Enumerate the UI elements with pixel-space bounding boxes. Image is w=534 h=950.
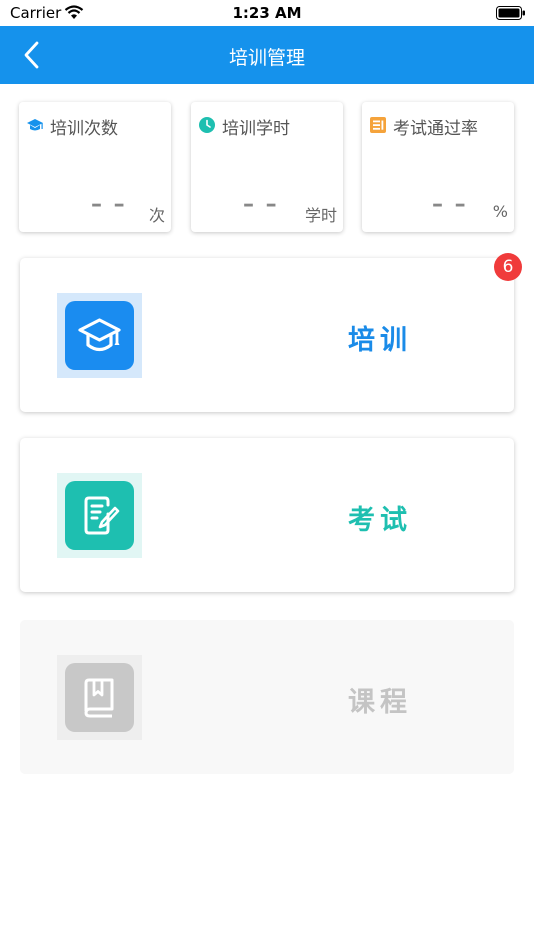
stat-unit-training-hours: 学时 xyxy=(304,206,337,225)
stat-value-pass-rate: – – xyxy=(432,192,468,217)
edit-document-icon xyxy=(84,496,120,535)
stat-value-training-hours: – – xyxy=(243,192,279,217)
status-bar: Carrier 1:23 AM xyxy=(0,0,534,26)
exam-label: 考试 xyxy=(348,505,412,536)
status-time: 1:23 AM xyxy=(232,4,302,22)
nav-bar: 培训管理 xyxy=(0,26,534,84)
graduation-cap-icon xyxy=(27,119,43,131)
stat-card-training-count: 培训次数 – – 次 xyxy=(19,102,171,232)
training-label: 培训 xyxy=(348,325,412,356)
notification-badge: 6 xyxy=(494,253,522,281)
training-icon-tile xyxy=(65,301,134,370)
stat-unit-pass-rate: % xyxy=(492,202,508,221)
stat-label-training-hours: 培训学时 xyxy=(222,119,290,139)
book-icon xyxy=(84,678,114,718)
page-title: 培训管理 xyxy=(228,47,305,69)
battery-icon xyxy=(496,6,525,20)
course-icon-frame xyxy=(57,655,142,740)
clock-icon xyxy=(199,117,215,133)
training-card[interactable]: 培训 xyxy=(20,258,514,412)
exam-icon-tile xyxy=(65,481,134,550)
stat-unit-training-count: 次 xyxy=(148,206,165,225)
stat-card-pass-rate: 考试通过率 – – % xyxy=(362,102,514,232)
graduation-cap-icon xyxy=(78,318,121,352)
course-icon-tile xyxy=(65,663,134,732)
training-icon-frame xyxy=(57,293,142,378)
exam-list-icon xyxy=(370,117,386,133)
stat-label-pass-rate: 考试通过率 xyxy=(393,119,478,139)
stat-card-training-hours: 培训学时 – – 学时 xyxy=(191,102,343,232)
exam-card[interactable]: 考试 xyxy=(20,438,514,592)
exam-icon-frame xyxy=(57,473,142,558)
stat-value-training-count: – – xyxy=(91,192,127,217)
stat-label-training-count: 培训次数 xyxy=(50,119,118,139)
course-label: 课程 xyxy=(348,687,412,718)
course-card[interactable]: 课程 xyxy=(20,620,514,774)
